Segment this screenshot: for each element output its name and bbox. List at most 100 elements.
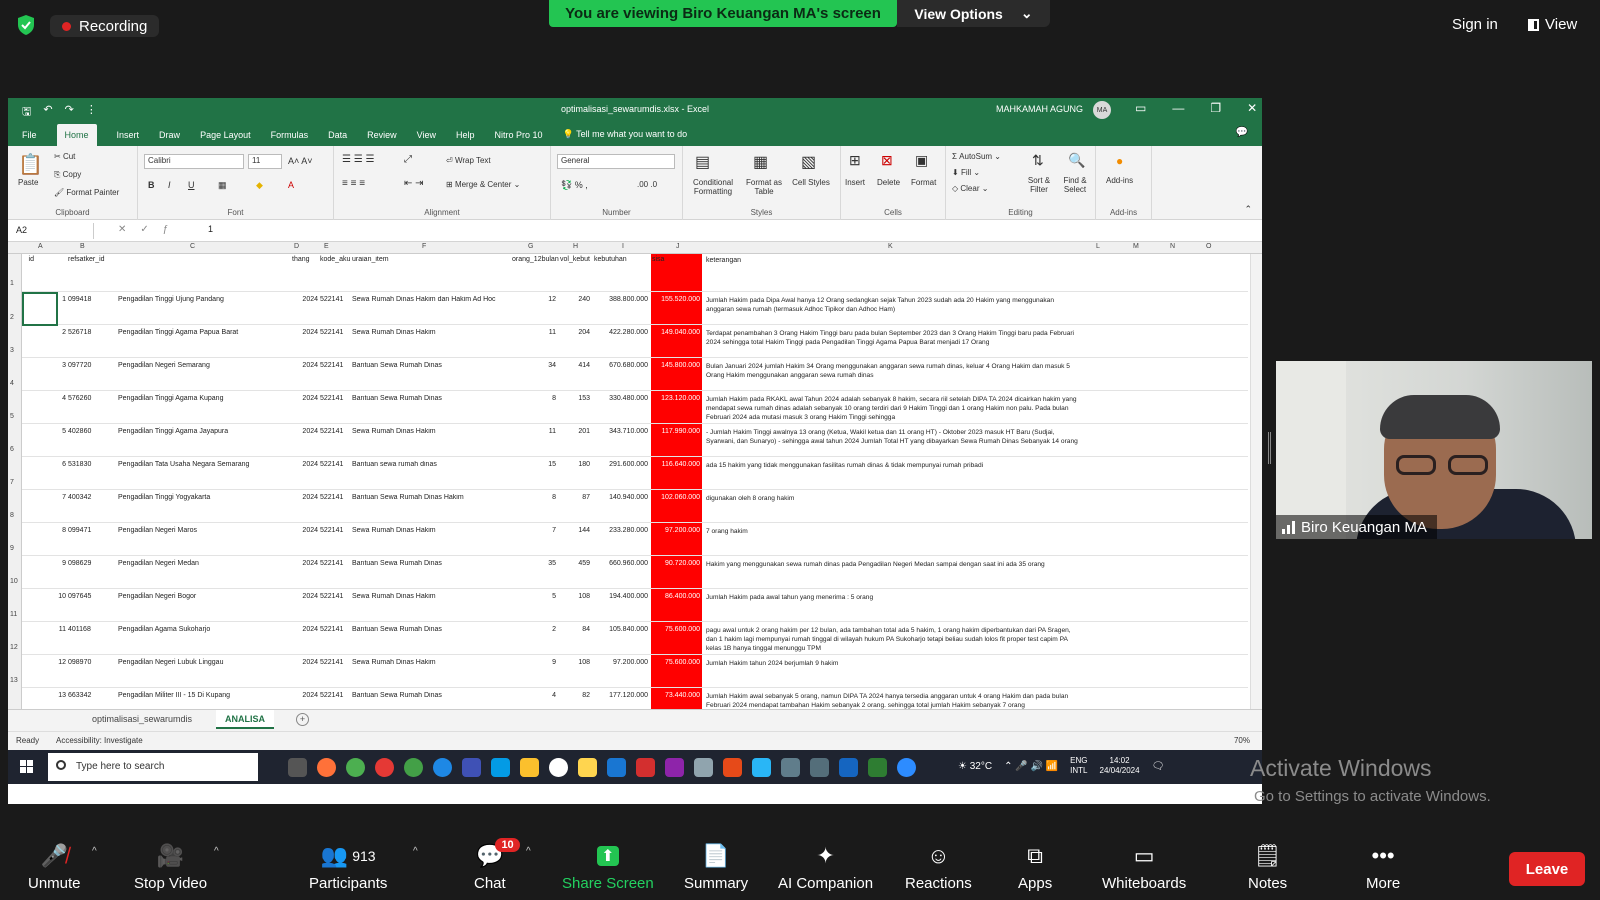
cell-urai[interactable]: Bantuan Sewa Rumah Dinas [352, 362, 508, 369]
font-size-select[interactable]: 11 [248, 154, 282, 169]
cell-sisa[interactable]: 117.990.000 [652, 428, 700, 435]
cell-thn[interactable]: 2024 [292, 329, 318, 336]
cell-sisa[interactable]: 73.440.000 [652, 692, 700, 699]
formula-input[interactable]: 1 [208, 224, 213, 234]
tab-home[interactable]: Home [56, 124, 97, 146]
store-icon[interactable] [752, 758, 771, 777]
cell-satker[interactable]: 663342 [68, 692, 91, 699]
font-name-select[interactable]: Calibri [144, 154, 244, 169]
increase-font-icon[interactable]: A˄ A˅ [288, 156, 313, 166]
cell-satker[interactable]: 098629 [68, 560, 91, 567]
col-header[interactable]: K [888, 243, 893, 250]
chat-caret-icon[interactable]: ^ [526, 846, 531, 857]
cell-thn[interactable]: 2024 [292, 659, 318, 666]
cell-thn[interactable]: 2024 [292, 494, 318, 501]
col-header[interactable]: L [1096, 243, 1100, 250]
cell-styles-button[interactable]: Cell Styles [791, 178, 831, 187]
conditional-formatting-button[interactable]: Conditional Formatting [687, 178, 739, 196]
participant-video[interactable]: Biro Keuangan MA [1276, 361, 1592, 539]
cell-org[interactable]: 4 [512, 692, 556, 699]
col-header[interactable]: E [324, 243, 329, 250]
col-header[interactable]: M [1133, 243, 1139, 250]
align-top-icon[interactable]: ☰ ☰ ☰ [342, 154, 374, 165]
taskbar-search[interactable]: Type here to search [48, 753, 258, 781]
cell-name[interactable]: Pengadilan Negeri Semarang [118, 362, 210, 369]
view-button[interactable]: View [1528, 16, 1577, 33]
cell-urai[interactable]: Bantuan Sewa Rumah Dinas [352, 626, 508, 633]
sort-filter-icon[interactable]: ⇅ [1032, 152, 1044, 169]
cell-org[interactable]: 15 [512, 461, 556, 468]
cell-thn[interactable]: 2024 [292, 692, 318, 699]
comments-icon[interactable]: 💬 [1236, 127, 1248, 144]
insert-cells-icon[interactable]: ⊞ [849, 152, 861, 169]
audio-options-caret-icon[interactable]: ^ [92, 846, 97, 857]
cell-urai[interactable]: Sewa Rumah Dinas Hakim dan Hakim Ad Hoc [352, 296, 508, 303]
add-sheet-icon[interactable]: + [296, 713, 309, 726]
word-icon[interactable] [839, 758, 858, 777]
cell-ket[interactable]: Jumlah Hakim pada Dipa Awal hanya 12 Ora… [706, 296, 1078, 314]
cell-name[interactable]: Pengadilan Negeri Maros [118, 527, 197, 534]
ribbon-display-icon[interactable]: ▭ [1135, 101, 1146, 115]
delete-cells-button[interactable]: Delete [877, 178, 900, 187]
row-number[interactable]: 13 [10, 677, 18, 684]
delete-cells-icon[interactable]: ⊠ [881, 152, 893, 169]
cell-thn[interactable]: 2024 [292, 626, 318, 633]
cell-ket[interactable]: 7 orang hakim [706, 527, 1078, 536]
cell-keb[interactable]: 343.710.000 [594, 428, 648, 435]
pen-app-icon[interactable] [694, 758, 713, 777]
cell-org[interactable]: 5 [512, 593, 556, 600]
cell-vol[interactable]: 201 [560, 428, 590, 435]
account-name[interactable]: MAHKAMAH AGUNG [996, 104, 1083, 114]
cell-satker[interactable]: 531830 [68, 461, 91, 468]
cell-kode[interactable]: 522141 [320, 428, 343, 435]
col-header[interactable]: B [80, 243, 85, 250]
cell-kode[interactable]: 522141 [320, 560, 343, 567]
tab-file[interactable]: File [22, 130, 37, 146]
decimal-icon[interactable]: .00 .0 [637, 180, 657, 189]
cell-keb[interactable]: 670.680.000 [594, 362, 648, 369]
cell-id[interactable]: 9 [58, 560, 66, 567]
cell-vol[interactable]: 459 [560, 560, 590, 567]
cell-name[interactable]: Pengadilan Negeri Lubuk Linggau [118, 659, 223, 666]
table-row[interactable]: 4 576260 Pengadilan Tinggi Agama Kupang 202… [22, 391, 1248, 424]
cell-org[interactable]: 35 [512, 560, 556, 567]
cell-id[interactable]: 1 [58, 296, 66, 303]
tab-data[interactable]: Data [328, 130, 347, 146]
row-number[interactable]: 3 [10, 347, 14, 354]
conditional-formatting-icon[interactable]: ▤ [695, 152, 710, 172]
align-left-icon[interactable]: ≡ ≡ ≡ [342, 178, 365, 189]
cell-kode[interactable]: 522141 [320, 461, 343, 468]
zoom-taskbar-icon[interactable] [897, 758, 916, 777]
whiteboards-button[interactable]: ▭ Whiteboards [1102, 842, 1186, 892]
row-number[interactable]: 11 [10, 611, 17, 618]
cell-keb[interactable]: 194.400.000 [594, 593, 648, 600]
cell-styles-icon[interactable]: ▧ [801, 152, 816, 172]
cell-vol[interactable]: 180 [560, 461, 590, 468]
paste-icon[interactable]: 📋 [18, 152, 43, 177]
mcafee-icon[interactable] [636, 758, 655, 777]
cell-vol[interactable]: 144 [560, 527, 590, 534]
cell-keb[interactable]: 233.280.000 [594, 527, 648, 534]
cell-kode[interactable]: 522141 [320, 659, 343, 666]
cell-ket[interactable]: Bulan Januari 2024 jumlah Hakim 34 Orang… [706, 362, 1078, 380]
cell-keb[interactable]: 291.600.000 [594, 461, 648, 468]
cell-sisa[interactable]: 116.640.000 [652, 461, 700, 468]
cell-kode[interactable]: 522141 [320, 593, 343, 600]
cell-id[interactable]: 5 [58, 428, 66, 435]
col-header[interactable]: C [190, 243, 195, 250]
cell-sisa[interactable]: 149.040.000 [652, 329, 700, 336]
sign-in-button[interactable]: Sign in [1452, 16, 1498, 33]
cell-org[interactable]: 11 [512, 329, 556, 336]
cell-org[interactable]: 7 [512, 527, 556, 534]
cell-name[interactable]: Pengadilan Tinggi Agama Jayapura [118, 428, 228, 435]
font-color-icon[interactable]: A [288, 180, 294, 190]
dell-icon[interactable] [549, 758, 568, 777]
cell-kode[interactable]: 522141 [320, 362, 343, 369]
cell-thn[interactable]: 2024 [292, 593, 318, 600]
col-header[interactable]: H [573, 243, 578, 250]
table-row[interactable]: 13 663342 Pengadilan Militer III - 15 Di K… [22, 688, 1248, 709]
cell-thn[interactable]: 2024 [292, 395, 318, 402]
save-icon[interactable]: 🖫 [22, 103, 31, 122]
cell-sisa[interactable]: 86.400.000 [652, 593, 700, 600]
cell-id[interactable]: 4 [58, 395, 66, 402]
